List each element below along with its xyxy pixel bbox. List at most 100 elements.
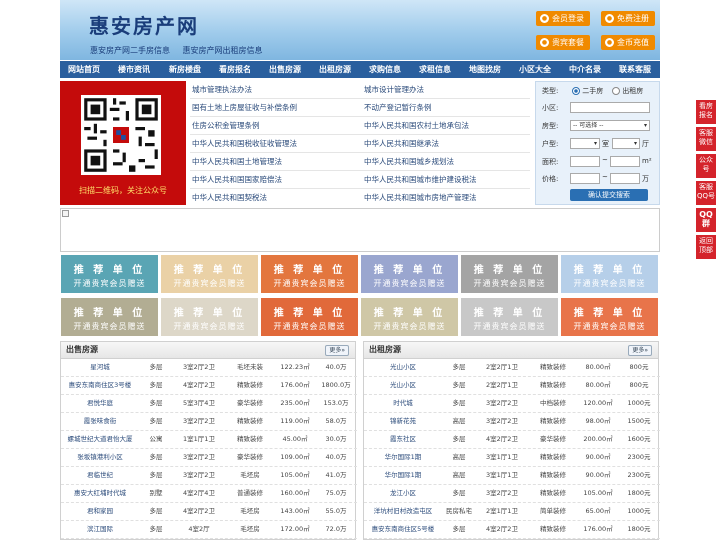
table-row[interactable]: 龙江小区 多层 3室2厅2卫 精致装修 105.00㎡ 1800元	[364, 484, 660, 503]
ad-slot[interactable]: 推 荐 单 位开通贵宾会员赠送	[361, 298, 458, 336]
cell-community[interactable]: 滨江国际	[61, 520, 139, 538]
law-link[interactable]: 住房公积金管理条例	[192, 117, 260, 135]
nav-for-rent[interactable]: 出租房源	[310, 61, 360, 78]
side-back-to-top[interactable]: 返回顶部	[696, 235, 716, 259]
cell-community[interactable]: 惠安东南商住区5号楼	[364, 520, 442, 538]
type-radio-rental[interactable]: 出租房	[612, 86, 643, 96]
banner-placeholder[interactable]	[60, 208, 660, 252]
nav-for-sale[interactable]: 出售房源	[260, 61, 310, 78]
table-row[interactable]: 霞东社区 多层 4室2厅2卫 豪华装修 200.00㎡ 1600元	[364, 430, 660, 449]
sale-more-button[interactable]: 更多»	[325, 345, 349, 356]
side-service-wechat[interactable]: 客服微信	[696, 127, 716, 151]
cell-community[interactable]: 星河城	[61, 358, 139, 376]
law-link[interactable]: 中华人民共和国土地管理法	[192, 153, 282, 171]
community-input[interactable]	[570, 102, 650, 113]
nav-agencies[interactable]: 中介名录	[560, 61, 610, 78]
table-row[interactable]: 洋坑村旧村改造屯区 民房私宅 2室1厅1卫 简单装修 65.00㎡ 1000元	[364, 502, 660, 521]
type-radio-secondhand[interactable]: 二手房	[572, 86, 603, 96]
ad-slot[interactable]: 推 荐 单 位开通贵宾会员赠送	[61, 255, 158, 293]
table-row[interactable]: 华尔国际1期 高层 3室1厅1卫 精致装修 90.00㎡ 2300元	[364, 466, 660, 485]
price-min-input[interactable]	[570, 173, 600, 184]
cell-community[interactable]: 龙江小区	[364, 484, 442, 502]
ad-slot[interactable]: 推 荐 单 位开通贵宾会员赠送	[561, 298, 658, 336]
cell-community[interactable]: 华尔国际1期	[364, 448, 442, 466]
law-link[interactable]: 中华人民共和国城乡规划法	[364, 153, 454, 171]
ad-slot[interactable]: 推 荐 单 位开通贵宾会员赠送	[261, 255, 358, 293]
ad-slot[interactable]: 推 荐 单 位开通贵宾会员赠送	[361, 255, 458, 293]
login-button[interactable]: ● 会员登录	[536, 11, 590, 26]
law-link[interactable]: 中华人民共和国国家赔偿法	[192, 171, 282, 189]
price-max-input[interactable]	[610, 173, 640, 184]
nav-news[interactable]: 楼市资讯	[108, 61, 160, 78]
cell-community[interactable]: 时代城	[364, 394, 442, 412]
second-hand-link[interactable]: 惠安房产网二手房信息	[90, 46, 170, 55]
nav-map-search[interactable]: 地图找房	[460, 61, 510, 78]
table-row[interactable]: 滨江国际 多层 4室2厅 毛坯房 172.00㎡ 72.0万	[61, 520, 357, 539]
nav-new-homes[interactable]: 新房楼盘	[160, 61, 210, 78]
cell-community[interactable]: 霞张味食街	[61, 412, 139, 430]
cell-community[interactable]: 张坂镇港利小区	[61, 448, 139, 466]
side-viewing-signup[interactable]: 看房报名	[696, 100, 716, 124]
rent-more-button[interactable]: 更多»	[628, 345, 652, 356]
law-link[interactable]: 城市设计管理办法	[364, 81, 424, 99]
cell-community[interactable]: 惠安大红埔时代城	[61, 484, 139, 502]
hall-select[interactable]: ▾	[612, 138, 640, 149]
law-link[interactable]: 中华人民共和国契税法	[192, 189, 267, 207]
nav-viewing-signup[interactable]: 看房报名	[210, 61, 260, 78]
nav-wanted-rent[interactable]: 求租信息	[410, 61, 460, 78]
nav-wanted-buy[interactable]: 求购信息	[360, 61, 410, 78]
table-row[interactable]: 时代城 多层 3室2厅2卫 中档装修 120.00㎡ 1000元	[364, 394, 660, 413]
rental-link[interactable]: 惠安房产网出租房信息	[183, 46, 263, 55]
law-link[interactable]: 中华人民共和国税收征收管理法	[192, 135, 297, 153]
ad-slot[interactable]: 推 荐 单 位开通贵宾会员赠送	[561, 255, 658, 293]
nav-contact[interactable]: 联系客服	[610, 61, 660, 78]
law-link[interactable]: 中华人民共和国农村土地承包法	[364, 117, 469, 135]
side-official-account[interactable]: 公众号	[696, 154, 716, 178]
cell-community[interactable]: 惠安东南商住区3号楼	[61, 376, 139, 394]
table-row[interactable]: 惠安东南商住区5号楼 多层 4室2厅2卫 精致装修 176.00㎡ 1800元	[364, 520, 660, 539]
ad-slot[interactable]: 推 荐 单 位开通贵宾会员赠送	[161, 255, 258, 293]
site-logo[interactable]: 惠安房产网	[89, 10, 199, 39]
register-button[interactable]: ● 免费注册	[601, 11, 655, 26]
cell-community[interactable]: 君和家园	[61, 502, 139, 520]
table-row[interactable]: 光山小区 多层 2室2厅1卫 精致装修 80.00㎡ 800元	[364, 376, 660, 395]
room-select[interactable]: ▾	[570, 138, 600, 149]
search-submit-button[interactable]: 确认提交搜索	[570, 189, 648, 201]
table-row[interactable]: 君和家园 多层 4室2厅2卫 毛坯房 143.00㎡ 55.0万	[61, 502, 357, 521]
ad-slot[interactable]: 推 荐 单 位开通贵宾会员赠送	[261, 298, 358, 336]
ad-slot[interactable]: 推 荐 单 位开通贵宾会员赠送	[61, 298, 158, 336]
ad-slot[interactable]: 推 荐 单 位开通贵宾会员赠送	[461, 298, 558, 336]
table-row[interactable]: 霞张味食街 多层 3室2厅2卫 精致装修 119.00㎡ 58.0万	[61, 412, 357, 431]
cell-community[interactable]: 华尔国际1期	[364, 466, 442, 484]
table-row[interactable]: 光山小区 多层 2室2厅1卫 精致装修 80.00㎡ 800元	[364, 358, 660, 377]
house-type-select[interactable]: -- 可选择 -- ▾	[570, 120, 650, 131]
law-link[interactable]: 不动产登记暂行条例	[364, 99, 432, 117]
side-service-qq[interactable]: 客服QQ号	[696, 181, 716, 205]
area-min-input[interactable]	[570, 156, 600, 167]
table-row[interactable]: 惠安大红埔时代城 别墅 4室2厅4卫 普通装修 160.00㎡ 75.0万	[61, 484, 357, 503]
table-row[interactable]: 螺城世纪大道君怡大厦 公寓 1室1厅1卫 精致装修 45.00㎡ 30.0万	[61, 430, 357, 449]
cell-community[interactable]: 光山小区	[364, 376, 442, 394]
law-link[interactable]: 中华人民共和国城市房地产管理法	[364, 189, 477, 207]
ad-slot[interactable]: 推 荐 单 位开通贵宾会员赠送	[161, 298, 258, 336]
ad-slot[interactable]: 推 荐 单 位开通贵宾会员赠送	[461, 255, 558, 293]
cell-community[interactable]: 光山小区	[364, 358, 442, 376]
law-link[interactable]: 国有土地上房屋征收与补偿条例	[192, 99, 297, 117]
cell-community[interactable]: 螺城世纪大道君怡大厦	[61, 430, 139, 448]
recharge-button[interactable]: ● 金币充值	[601, 35, 655, 50]
cell-community[interactable]: 君临世纪	[61, 466, 139, 484]
cell-community[interactable]: 锦新花苑	[364, 412, 442, 430]
table-row[interactable]: 君临世纪 多层 3室2厅2卫 毛坯房 105.00㎡ 41.0万	[61, 466, 357, 485]
vip-package-button[interactable]: ● 贵宾套餐	[536, 35, 590, 50]
table-row[interactable]: 华尔国际1期 高层 3室1厅1卫 精致装修 90.00㎡ 2300元	[364, 448, 660, 467]
side-qq-group[interactable]: QQ群	[696, 208, 716, 232]
area-max-input[interactable]	[610, 156, 640, 167]
nav-home[interactable]: 网站首页	[60, 61, 108, 78]
law-link[interactable]: 中华人民共和国城市维护建设税法	[364, 171, 477, 189]
table-row[interactable]: 张坂镇港利小区 多层 3室2厅2卫 豪华装修 109.00㎡ 40.0万	[61, 448, 357, 467]
cell-community[interactable]: 霞东社区	[364, 430, 442, 448]
law-link[interactable]: 城市管理执法办法	[192, 81, 252, 99]
cell-community[interactable]: 君悦华庭	[61, 394, 139, 412]
table-row[interactable]: 君悦华庭 多层 5室3厅4卫 豪华装修 235.00㎡ 153.0万	[61, 394, 357, 413]
table-row[interactable]: 锦新花苑 高层 3室2厅2卫 精致装修 98.00㎡ 1500元	[364, 412, 660, 431]
